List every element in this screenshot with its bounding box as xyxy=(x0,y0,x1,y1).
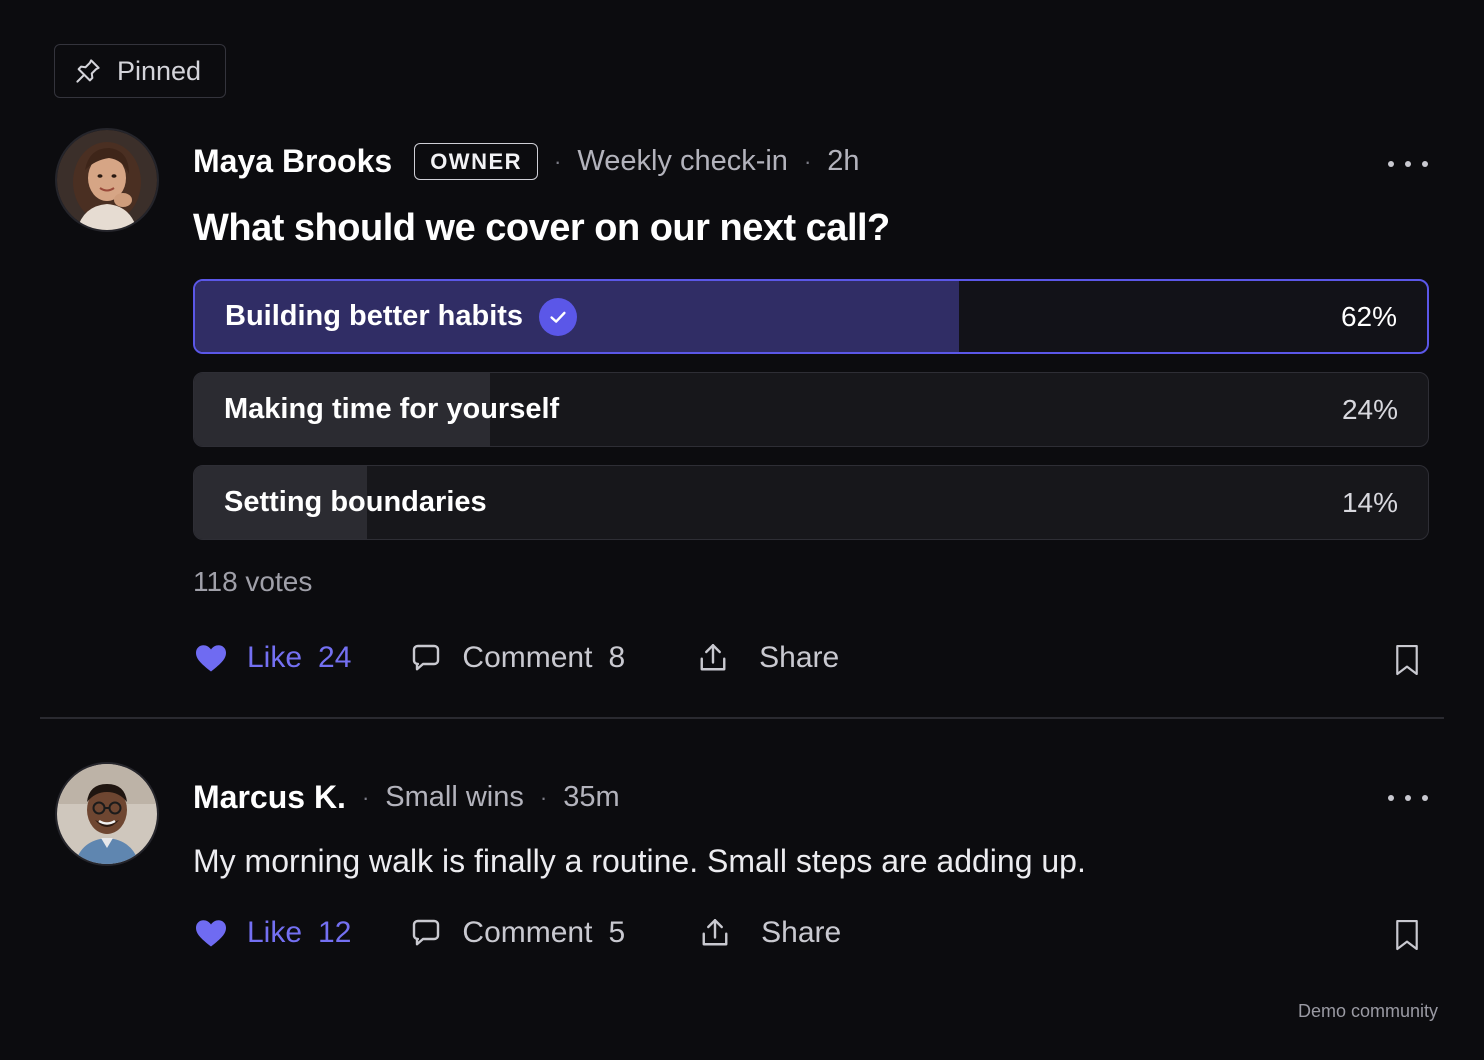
heart-icon xyxy=(196,920,226,947)
poll-option-label: Setting boundaries xyxy=(224,486,487,518)
post-category[interactable]: Weekly check-in xyxy=(577,145,788,178)
post-divider xyxy=(40,717,1444,719)
bookmark-icon[interactable] xyxy=(1392,918,1422,952)
pinned-label: Pinned xyxy=(117,55,202,86)
owner-badge: OWNER xyxy=(414,143,539,180)
post-actions: Like 24 Comment 8 Share xyxy=(193,640,839,676)
author-name[interactable]: Marcus K. xyxy=(193,779,346,816)
share-icon xyxy=(702,919,728,946)
like-label: Like xyxy=(247,916,303,949)
comment-count: 8 xyxy=(608,641,626,674)
like-count: 12 xyxy=(318,916,352,949)
share-button[interactable]: Share xyxy=(695,640,839,676)
comment-button[interactable]: Comment 8 xyxy=(408,640,625,676)
community-feed: Pinned Maya Brooks OWNER · Weekly check-… xyxy=(0,0,1484,1060)
like-label: Like xyxy=(247,641,303,674)
more-options-icon[interactable] xyxy=(1388,154,1428,174)
vote-count: 118 votes xyxy=(193,566,313,597)
poll-question: What should we cover on our next call? xyxy=(193,207,890,249)
poll-option-percent: 14% xyxy=(1341,486,1398,518)
post-time: 2h xyxy=(827,145,860,177)
bookmark-icon[interactable] xyxy=(1392,643,1422,677)
like-button[interactable]: Like 24 xyxy=(193,640,351,676)
share-icon xyxy=(700,644,726,671)
post-header: Marcus K. · Small wins · 35m xyxy=(193,779,620,816)
post-body: My morning walk is finally a routine. Sm… xyxy=(193,843,1086,879)
check-icon xyxy=(539,297,578,336)
separator-dot: · xyxy=(803,148,812,174)
share-label: Share xyxy=(759,641,840,674)
footer-text: Demo community xyxy=(1297,1001,1438,1021)
avatar[interactable] xyxy=(55,762,159,866)
post-header: Maya Brooks OWNER · Weekly check-in · 2h xyxy=(193,143,860,180)
author-name[interactable]: Maya Brooks xyxy=(193,143,392,180)
separator-dot: · xyxy=(554,148,562,174)
more-options-icon[interactable] xyxy=(1388,788,1428,808)
comment-label: Comment xyxy=(462,641,593,674)
poll-option[interactable]: Setting boundaries 14% xyxy=(193,465,1429,540)
post-time: 35m xyxy=(563,781,620,813)
separator-dot: · xyxy=(361,784,370,810)
separator-dot: · xyxy=(539,784,548,810)
avatar[interactable] xyxy=(55,128,159,232)
poll-option[interactable]: Building better habits 62% xyxy=(193,279,1429,354)
poll-option-percent: 62% xyxy=(1340,300,1397,332)
comment-icon xyxy=(413,919,440,946)
post-category[interactable]: Small wins xyxy=(385,781,524,814)
avatar-maya-image xyxy=(57,130,157,230)
like-count: 24 xyxy=(318,641,352,674)
poll-option-label: Making time for yourself xyxy=(224,393,560,425)
comment-label: Comment xyxy=(462,916,593,949)
comment-icon xyxy=(413,644,440,671)
comment-button[interactable]: Comment 5 xyxy=(408,915,625,951)
share-label: Share xyxy=(761,916,842,949)
heart-icon xyxy=(196,645,226,672)
like-button[interactable]: Like 12 xyxy=(193,915,351,951)
pin-icon xyxy=(76,59,100,83)
poll-option-label: Building better habits xyxy=(225,300,524,332)
pinned-chip[interactable]: Pinned xyxy=(54,44,226,98)
poll-option-percent: 24% xyxy=(1341,393,1398,425)
avatar-marcus-image xyxy=(57,764,157,864)
poll-option[interactable]: Making time for yourself 24% xyxy=(193,372,1429,447)
post-actions: Like 12 Comment 5 Share xyxy=(193,915,841,951)
comment-count: 5 xyxy=(608,916,626,949)
share-button[interactable]: Share xyxy=(697,915,841,951)
